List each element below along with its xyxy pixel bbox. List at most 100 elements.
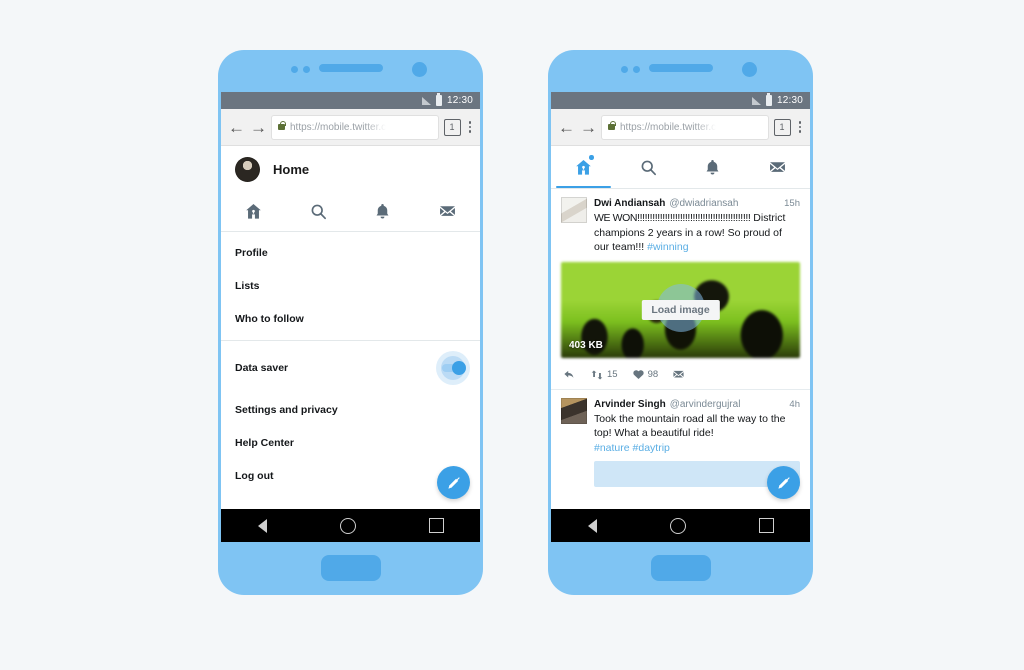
- android-status-bar: 12:30: [551, 92, 810, 109]
- android-home-icon[interactable]: [339, 517, 356, 534]
- address-bar[interactable]: https://mobile.twitter.c: [272, 115, 438, 139]
- bell-icon: [706, 159, 719, 174]
- browser-back-icon[interactable]: ←: [228, 119, 245, 136]
- menu-item-label: Settings and privacy: [235, 403, 338, 416]
- tweet-hashtag[interactable]: #winning: [647, 241, 688, 253]
- compose-tweet-button[interactable]: [767, 466, 800, 499]
- data-saver-toggle[interactable]: [436, 351, 470, 385]
- tweet-meta: Dwi Andiansah @dwiadriansah 15h: [594, 197, 800, 211]
- envelope-icon: [770, 161, 786, 172]
- sensor-dot-icon: [621, 66, 628, 73]
- retweet-button[interactable]: 15: [590, 368, 618, 382]
- address-bar[interactable]: https://mobile.twitter.c: [602, 115, 768, 139]
- screenshot-canvas: 12:30 ← → https://mobile.twitter.c 1 Hom…: [0, 0, 1024, 670]
- twitter-tabbar-left: [221, 191, 480, 232]
- kebab-menu-icon[interactable]: [467, 121, 474, 133]
- browser-forward-icon[interactable]: →: [580, 119, 597, 136]
- tweet-author-name[interactable]: Dwi Andiansah: [594, 197, 665, 211]
- menu-item-who-to-follow[interactable]: Who to follow: [221, 302, 480, 335]
- bell-icon: [376, 203, 389, 218]
- search-icon: [641, 160, 656, 175]
- twitter-tabbar-right: [551, 146, 810, 189]
- twitter-header: Home: [221, 146, 480, 191]
- menu-item-settings-and-privacy[interactable]: Settings and privacy: [221, 393, 480, 426]
- avatar[interactable]: [561, 397, 587, 424]
- tab-count-button[interactable]: 1: [773, 118, 791, 136]
- like-button[interactable]: 98: [632, 368, 658, 381]
- avatar[interactable]: [235, 157, 260, 182]
- tweet-text: WE WON!!!!!!!!!!!!!!!!!!!!!!!!!!!!!!!!!!…: [594, 211, 800, 255]
- browser-forward-icon[interactable]: →: [250, 119, 267, 136]
- image-size-label: 403 KB: [569, 339, 603, 351]
- tab-messages[interactable]: [415, 191, 480, 231]
- phone-screen-left: 12:30 ← → https://mobile.twitter.c 1 Hom…: [221, 92, 480, 542]
- tab-notifications[interactable]: [681, 146, 746, 188]
- battery-icon: [765, 93, 772, 106]
- home-notification-badge: [589, 155, 594, 160]
- android-navigation-bar: [221, 509, 480, 542]
- tab-search[interactable]: [616, 146, 681, 188]
- menu-item-label: Lists: [235, 279, 260, 292]
- browser-back-icon[interactable]: ←: [558, 119, 575, 136]
- address-bar-url: https://mobile.twitter.c: [290, 121, 387, 133]
- tab-search[interactable]: [286, 191, 351, 231]
- tweet-text-line1: WE WON!!!!!!!!!!!!!!!!!!!!!!!!!!!!!!!!!!…: [594, 212, 751, 224]
- share-dm-button[interactable]: [672, 368, 685, 381]
- status-bar-clock: 12:30: [776, 95, 803, 106]
- tab-notifications[interactable]: [351, 191, 416, 231]
- compose-icon: [777, 476, 790, 489]
- browser-toolbar: ← → https://mobile.twitter.c 1: [551, 109, 810, 146]
- menu-item-lists[interactable]: Lists: [221, 269, 480, 302]
- avatar[interactable]: [561, 197, 587, 223]
- menu-item-label: Help Center: [235, 436, 294, 449]
- tweet-actions: 15 98: [561, 364, 800, 383]
- android-status-bar: 12:30: [221, 92, 480, 109]
- menu-item-data-saver[interactable]: Data saver: [221, 343, 480, 393]
- compose-tweet-button[interactable]: [437, 466, 470, 499]
- menu-item-label: Log out: [235, 469, 274, 482]
- menu-item-label: Data saver: [235, 362, 289, 374]
- front-camera-icon: [742, 62, 757, 77]
- search-icon: [311, 204, 326, 219]
- kebab-menu-icon[interactable]: [797, 121, 804, 133]
- earpiece-speaker: [648, 64, 713, 72]
- phone-device-left: 12:30 ← → https://mobile.twitter.c 1 Hom…: [218, 50, 483, 595]
- tweet-author-handle[interactable]: @dwiadriansah: [669, 197, 738, 211]
- browser-toolbar: ← → https://mobile.twitter.c 1: [221, 109, 480, 146]
- home-icon: [246, 203, 261, 219]
- android-back-icon[interactable]: [257, 518, 267, 533]
- twitter-side-menu: Profile Lists Who to follow Data saver S…: [221, 232, 480, 492]
- android-recents-icon[interactable]: [428, 518, 444, 533]
- tab-home[interactable]: [221, 191, 286, 231]
- tab-messages[interactable]: [745, 146, 810, 188]
- tweet-author-handle[interactable]: @arvindergujral: [670, 398, 741, 412]
- tweet-hashtag[interactable]: #nature #daytrip: [594, 441, 800, 456]
- reply-button[interactable]: [563, 368, 576, 381]
- heart-icon: [632, 370, 644, 380]
- phone-top-bezel-left: [218, 50, 483, 92]
- android-recents-icon[interactable]: [758, 518, 774, 533]
- tab-count-button[interactable]: 1: [443, 118, 461, 136]
- sensor-dot-icon: [633, 66, 640, 73]
- tweet-item[interactable]: Dwi Andiansah @dwiadriansah 15h WE WON!!…: [551, 189, 810, 390]
- tweet-author-name[interactable]: Arvinder Singh: [594, 398, 666, 412]
- phone-home-button[interactable]: [650, 555, 711, 581]
- android-back-icon[interactable]: [587, 518, 597, 533]
- active-tab-indicator: [556, 185, 611, 188]
- android-home-icon[interactable]: [669, 517, 686, 534]
- reply-icon: [564, 370, 574, 378]
- menu-item-profile[interactable]: Profile: [221, 236, 480, 269]
- tab-home[interactable]: [551, 146, 616, 188]
- menu-item-help-center[interactable]: Help Center: [221, 426, 480, 459]
- sensor-dot-icon: [303, 66, 310, 73]
- compose-icon: [447, 476, 460, 489]
- battery-icon: [435, 93, 442, 106]
- signal-bars-icon: [751, 96, 761, 105]
- envelope-icon: [440, 205, 456, 216]
- load-image-button[interactable]: Load image: [641, 299, 720, 320]
- envelope-icon: [673, 370, 684, 378]
- address-bar-url: https://mobile.twitter.c: [620, 121, 717, 133]
- signal-bars-icon: [421, 96, 431, 105]
- toggle-track: [442, 361, 466, 375]
- phone-home-button[interactable]: [320, 555, 381, 581]
